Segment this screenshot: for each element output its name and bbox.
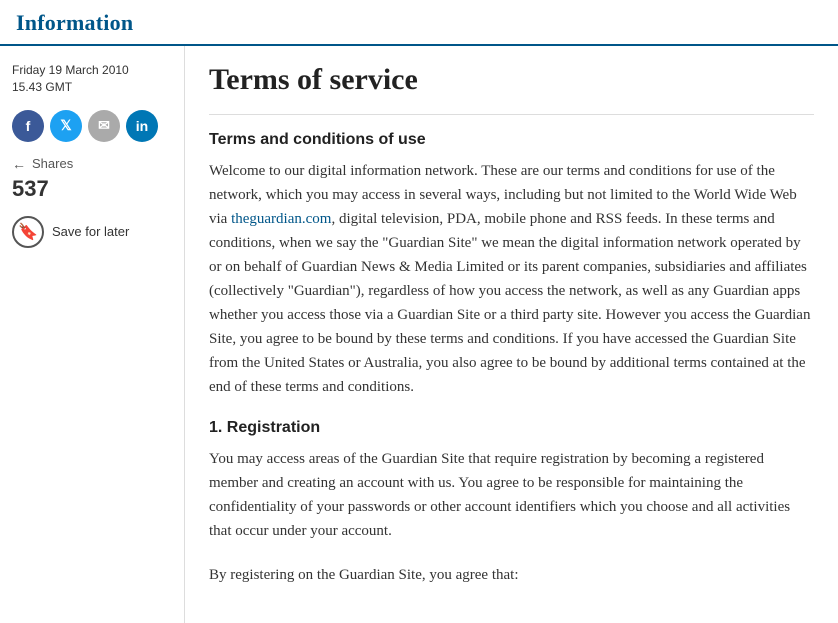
section2-body-1: You may access areas of the Guardian Sit…	[209, 447, 814, 543]
article-main: Terms of service Terms and conditions of…	[185, 46, 838, 623]
email-share-button[interactable]: ✉	[88, 110, 120, 142]
social-share-buttons: f 𝕏 ✉ in	[12, 110, 172, 142]
twitter-share-button[interactable]: 𝕏	[50, 110, 82, 142]
article-divider	[209, 114, 814, 115]
shares-count: 537	[12, 176, 172, 202]
section-title: Information	[16, 10, 133, 35]
page-wrapper: Information Friday 19 March 2010 15.43 G…	[0, 0, 838, 623]
shares-row: ← Shares	[12, 156, 172, 172]
shares-icon: ←	[12, 156, 26, 172]
page-header: Information	[0, 0, 838, 46]
bookmark-icon: 🔖	[12, 216, 44, 248]
section2-body-2: By registering on the Guardian Site, you…	[209, 563, 814, 587]
save-for-later-button[interactable]: 🔖 Save for later	[12, 216, 129, 248]
guardian-link[interactable]: theguardian.com	[231, 211, 331, 227]
section1-body: Welcome to our digital information netwo…	[209, 159, 814, 399]
sidebar: Friday 19 March 2010 15.43 GMT f 𝕏 ✉ in …	[0, 46, 185, 623]
linkedin-share-button[interactable]: in	[126, 110, 158, 142]
shares-label: Shares	[32, 156, 73, 171]
save-later-label: Save for later	[52, 224, 129, 239]
section1-title: Terms and conditions of use	[209, 131, 814, 149]
section2-title: 1. Registration	[209, 419, 814, 437]
article-date: Friday 19 March 2010 15.43 GMT	[12, 62, 172, 96]
article-title: Terms of service	[209, 62, 814, 98]
content-area: Friday 19 March 2010 15.43 GMT f 𝕏 ✉ in …	[0, 46, 838, 623]
facebook-share-button[interactable]: f	[12, 110, 44, 142]
